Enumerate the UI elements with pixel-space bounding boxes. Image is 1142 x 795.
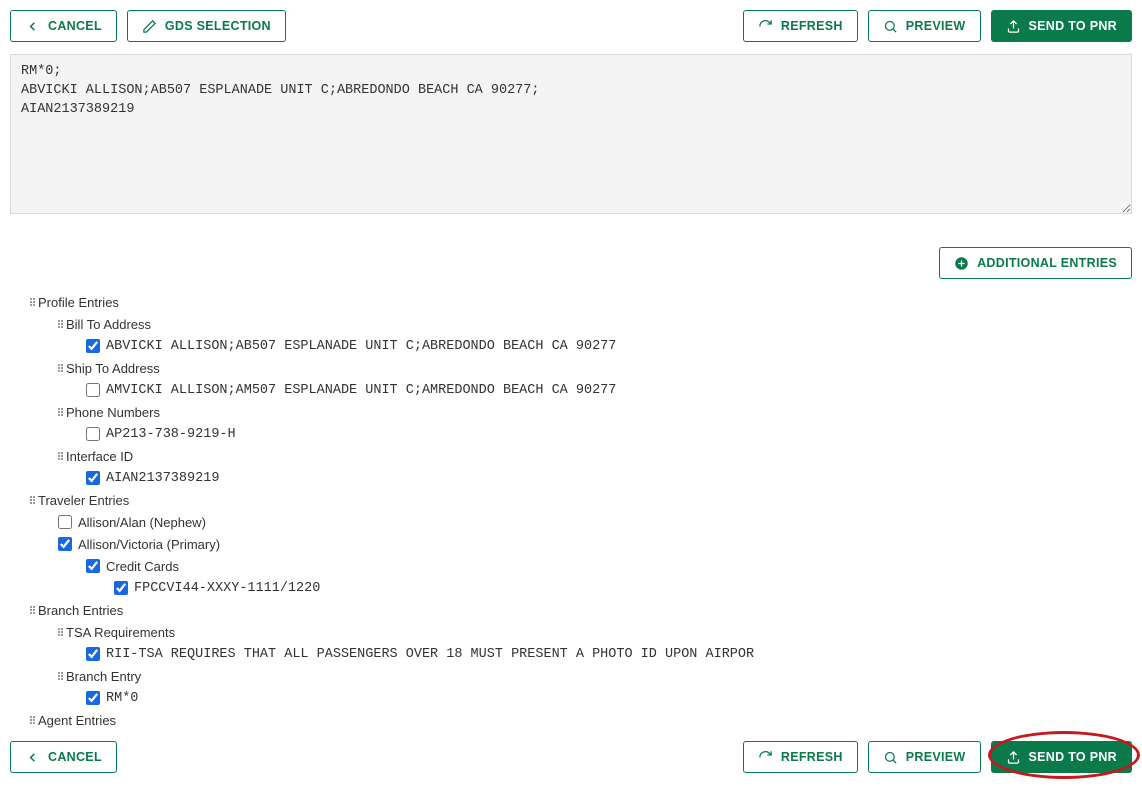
grip-icon xyxy=(58,672,63,680)
chevron-left-icon xyxy=(25,750,40,765)
interface-value: AIAN2137389219 xyxy=(106,471,219,486)
refresh-button-bottom[interactable]: REFRESH xyxy=(743,741,858,773)
top-toolbar: CANCEL GDS SELECTION REFRESH PREVIEW SEN… xyxy=(10,10,1132,42)
gds-command-textarea[interactable] xyxy=(10,54,1132,214)
agent-entries-node[interactable]: Agent Entries xyxy=(30,709,1112,731)
credit-cards-row: Credit Cards xyxy=(30,555,1112,577)
phone-value: AP213-738-9219-H xyxy=(106,427,236,442)
credit-cards-checkbox[interactable] xyxy=(86,559,100,573)
send-to-pnr-label: SEND TO PNR xyxy=(1029,19,1118,33)
credit-cards-label: Credit Cards xyxy=(106,559,179,574)
cancel-button-bottom[interactable]: CANCEL xyxy=(10,741,117,773)
grip-icon xyxy=(30,606,35,614)
grip-icon xyxy=(58,364,63,372)
bill-to-checkbox[interactable] xyxy=(86,339,100,353)
credit-card-value-checkbox[interactable] xyxy=(114,581,128,595)
interface-value-row: AIAN2137389219 xyxy=(30,467,1112,489)
interface-checkbox[interactable] xyxy=(86,471,100,485)
tsa-requirements-label: TSA Requirements xyxy=(66,625,175,640)
ship-to-address-label: Ship To Address xyxy=(66,361,160,376)
profile-entries-node[interactable]: Profile Entries xyxy=(30,291,1112,313)
credit-card-value-row: FPCCVI44-XXXY-1111/1220 xyxy=(30,577,1112,599)
ship-to-value-row: AMVICKI ALLISON;AM507 ESPLANADE UNIT C;A… xyxy=(30,379,1112,401)
send-to-pnr-button-bottom[interactable]: SEND TO PNR xyxy=(991,741,1133,773)
send-to-pnr-button[interactable]: SEND TO PNR xyxy=(991,10,1133,42)
additional-entries-row: ADDITIONAL ENTRIES xyxy=(10,247,1132,279)
preview-button[interactable]: PREVIEW xyxy=(868,10,981,42)
interface-id-label: Interface ID xyxy=(66,449,133,464)
additional-entries-label: ADDITIONAL ENTRIES xyxy=(977,256,1117,270)
branch-value: RM*0 xyxy=(106,691,138,706)
phone-numbers-node[interactable]: Phone Numbers xyxy=(30,401,1112,423)
allison-victoria-label: Allison/Victoria (Primary) xyxy=(78,537,220,552)
grip-icon xyxy=(58,452,63,460)
branch-entries-node[interactable]: Branch Entries xyxy=(30,599,1112,621)
search-icon xyxy=(883,750,898,765)
refresh-button[interactable]: REFRESH xyxy=(743,10,858,42)
preview-label: PREVIEW xyxy=(906,19,966,33)
preview-label-bottom: PREVIEW xyxy=(906,750,966,764)
bill-to-value-row: ABVICKI ALLISON;AB507 ESPLANADE UNIT C;A… xyxy=(30,335,1112,357)
refresh-icon xyxy=(758,19,773,34)
grip-icon xyxy=(30,716,35,724)
pencil-icon xyxy=(142,19,157,34)
refresh-label: REFRESH xyxy=(781,19,843,33)
tsa-requirements-node[interactable]: TSA Requirements xyxy=(30,621,1112,643)
credit-card-value: FPCCVI44-XXXY-1111/1220 xyxy=(134,581,320,596)
traveler-entries-label: Traveler Entries xyxy=(38,493,129,508)
send-to-pnr-label-bottom: SEND TO PNR xyxy=(1029,750,1118,764)
gds-selection-button[interactable]: GDS SELECTION xyxy=(127,10,286,42)
branch-entries-label: Branch Entries xyxy=(38,603,123,618)
phone-numbers-label: Phone Numbers xyxy=(66,405,160,420)
cancel-label: CANCEL xyxy=(48,19,102,33)
ship-to-address-node[interactable]: Ship To Address xyxy=(30,357,1112,379)
gds-selection-label: GDS SELECTION xyxy=(165,19,271,33)
bill-to-address-label: Bill To Address xyxy=(66,317,151,332)
branch-entry-label: Branch Entry xyxy=(66,669,141,684)
upload-icon xyxy=(1006,19,1021,34)
tsa-value-row: RII-TSA REQUIRES THAT ALL PASSENGERS OVE… xyxy=(30,643,1112,665)
grip-icon xyxy=(58,628,63,636)
branch-value-row: RM*0 xyxy=(30,687,1112,709)
ship-to-checkbox[interactable] xyxy=(86,383,100,397)
allison-victoria-row: Allison/Victoria (Primary) xyxy=(30,533,1112,555)
cancel-button[interactable]: CANCEL xyxy=(10,10,117,42)
traveler-entries-node[interactable]: Traveler Entries xyxy=(30,489,1112,511)
profile-entries-label: Profile Entries xyxy=(38,295,119,310)
branch-value-checkbox[interactable] xyxy=(86,691,100,705)
bill-to-value: ABVICKI ALLISON;AB507 ESPLANADE UNIT C;A… xyxy=(106,339,616,354)
allison-victoria-checkbox[interactable] xyxy=(58,537,72,551)
entries-tree: Profile Entries Bill To Address ABVICKI … xyxy=(10,291,1132,741)
grip-icon xyxy=(58,320,63,328)
chevron-left-icon xyxy=(25,19,40,34)
tsa-value: RII-TSA REQUIRES THAT ALL PASSENGERS OVE… xyxy=(106,647,754,662)
agent-entries-label: Agent Entries xyxy=(38,713,116,728)
allison-alan-checkbox[interactable] xyxy=(58,515,72,529)
refresh-icon xyxy=(758,750,773,765)
bottom-toolbar: CANCEL REFRESH PREVIEW SEND TO PNR xyxy=(10,741,1132,773)
phone-value-row: AP213-738-9219-H xyxy=(30,423,1112,445)
upload-icon xyxy=(1006,750,1021,765)
grip-icon xyxy=(58,408,63,416)
bill-to-address-node[interactable]: Bill To Address xyxy=(30,313,1112,335)
branch-entry-node[interactable]: Branch Entry xyxy=(30,665,1112,687)
cancel-label-bottom: CANCEL xyxy=(48,750,102,764)
phone-checkbox[interactable] xyxy=(86,427,100,441)
interface-id-node[interactable]: Interface ID xyxy=(30,445,1112,467)
plus-circle-icon xyxy=(954,256,969,271)
tsa-checkbox[interactable] xyxy=(86,647,100,661)
grip-icon xyxy=(30,496,35,504)
allison-alan-row: Allison/Alan (Nephew) xyxy=(30,511,1112,533)
allison-alan-label: Allison/Alan (Nephew) xyxy=(78,515,206,530)
preview-button-bottom[interactable]: PREVIEW xyxy=(868,741,981,773)
ship-to-value: AMVICKI ALLISON;AM507 ESPLANADE UNIT C;A… xyxy=(106,383,616,398)
search-icon xyxy=(883,19,898,34)
additional-entries-button[interactable]: ADDITIONAL ENTRIES xyxy=(939,247,1132,279)
refresh-label-bottom: REFRESH xyxy=(781,750,843,764)
grip-icon xyxy=(30,298,35,306)
